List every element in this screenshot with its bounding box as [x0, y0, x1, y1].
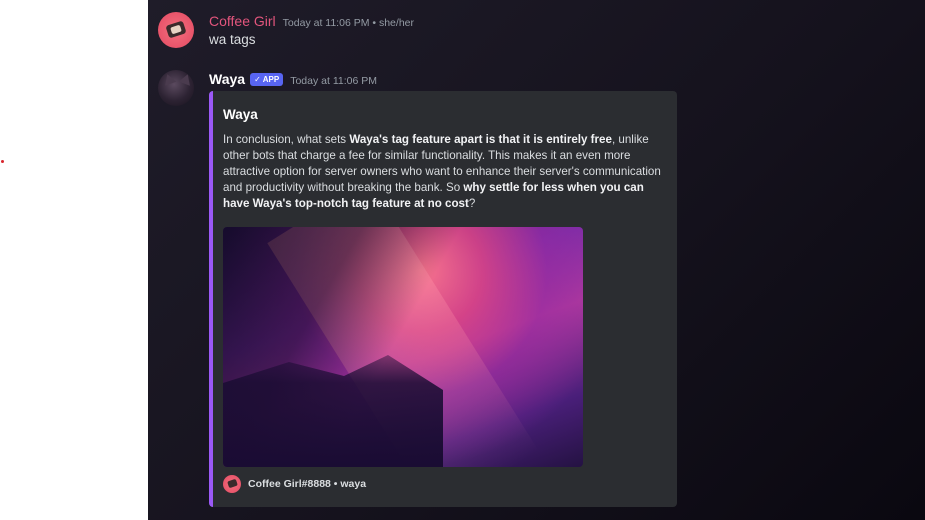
verified-check-icon: ✓ — [254, 75, 261, 84]
timestamp: Today at 11:06 PM • she/her — [282, 17, 414, 29]
pronouns: she/her — [378, 17, 414, 29]
footer-avatar-icon — [223, 475, 241, 493]
timestamp: Today at 11:06 PM — [290, 75, 377, 87]
red-dot-marker — [1, 160, 4, 163]
message-header: Waya ✓ APP Today at 11:06 PM — [209, 71, 377, 88]
avatar[interactable] — [158, 12, 194, 48]
avatar[interactable] — [158, 70, 194, 106]
left-blank-area — [0, 0, 148, 520]
chat-pane: Coffee Girl Today at 11:06 PM • she/her … — [148, 0, 925, 520]
embed-accent-bar — [209, 91, 213, 507]
message-content: wa tags — [209, 32, 256, 47]
embed-description: In conclusion, what sets Waya's tag feat… — [223, 133, 661, 210]
footer-text: Coffee Girl#8888 • waya — [248, 478, 367, 490]
username[interactable]: Waya — [209, 71, 245, 87]
embed-image[interactable] — [223, 227, 583, 467]
message-header: Coffee Girl Today at 11:06 PM • she/her — [209, 13, 414, 29]
embed: Waya In conclusion, what sets Waya's tag… — [209, 91, 677, 507]
embed-title: Waya — [223, 107, 258, 122]
embed-footer: Coffee Girl#8888 • waya — [223, 475, 366, 493]
username[interactable]: Coffee Girl — [209, 13, 276, 29]
app-badge: ✓ APP — [250, 73, 284, 86]
